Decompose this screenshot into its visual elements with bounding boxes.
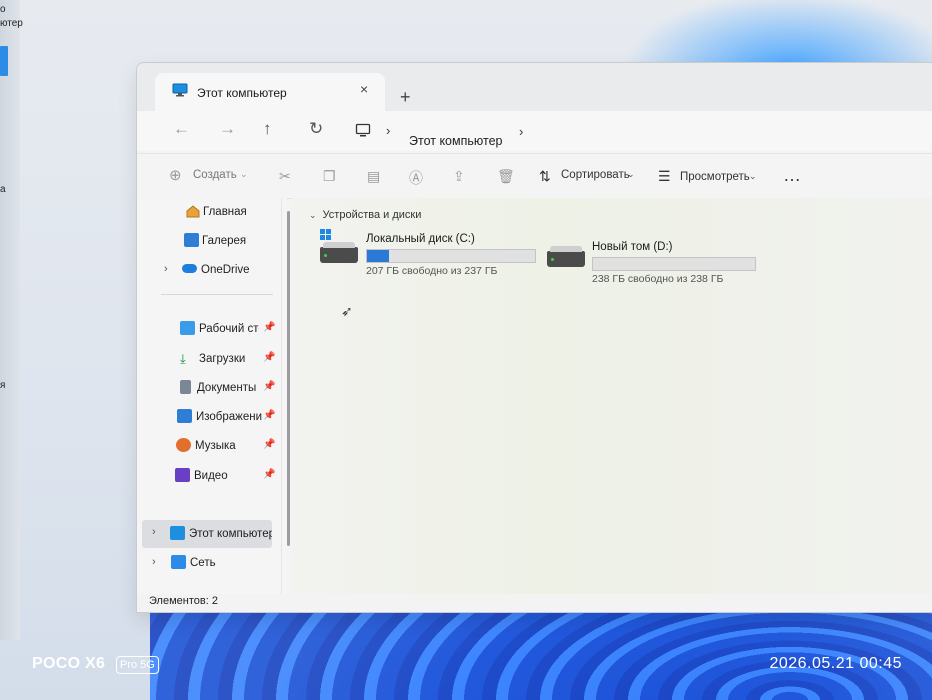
file-explorer-window: Этот компьютер × + ← → ↑ ↻ › › Этот комп… xyxy=(137,63,932,612)
music-icon xyxy=(176,438,191,452)
drive-free-space: 207 ГБ свободно из 237 ГБ xyxy=(366,265,498,277)
pin-icon: 📌 xyxy=(263,381,276,392)
chevron-down-icon: ⌄ xyxy=(749,171,757,181)
network-icon xyxy=(171,555,186,569)
sidebar-item-network[interactable]: › Сеть xyxy=(137,553,285,575)
navigation-pane: Главная Галерея › OneDrive Рабочий сто 📌… xyxy=(137,198,287,594)
status-bar: Элементов: 2 xyxy=(137,594,932,612)
pictures-icon xyxy=(177,409,192,423)
up-button[interactable]: ↑ xyxy=(263,119,272,139)
desktop-icon xyxy=(180,321,195,335)
sidebar-item-gallery[interactable]: Галерея xyxy=(137,231,285,253)
sidebar-item-downloads[interactable]: ⤓ Загрузки 📌 xyxy=(137,349,285,371)
view-icon: ☰ xyxy=(658,168,671,184)
item-count: Элементов: 2 xyxy=(149,595,218,607)
back-button[interactable]: ← xyxy=(173,119,190,139)
usage-bar xyxy=(592,257,756,271)
tab-title: Этот компьютер xyxy=(197,86,287,100)
command-bar: ⊕ Создать ⌄ ✂ ❐ ▤ Ⓐ ⇪ 🗑 ⇅ Сортировать ⌄ … xyxy=(137,153,932,199)
paste-icon[interactable]: ▤ xyxy=(367,168,380,185)
sidebar-item-desktop[interactable]: Рабочий сто 📌 xyxy=(137,319,285,341)
drive-d[interactable]: Новый том (D:) 238 ГБ свободно из 238 ГБ xyxy=(547,241,767,287)
more-options-button[interactable]: … xyxy=(783,165,801,186)
breadcrumb-this-pc[interactable]: Этот компьютер xyxy=(409,134,502,148)
refresh-button[interactable]: ↻ xyxy=(309,119,323,139)
sidebar-divider xyxy=(161,294,273,295)
chevron-right-icon[interactable]: › xyxy=(152,556,156,568)
usage-bar xyxy=(366,249,536,263)
breadcrumb-chevron-icon[interactable]: › xyxy=(386,123,390,138)
tab-strip: Этот компьютер × + xyxy=(137,63,932,111)
desktop-shortcut-icon[interactable] xyxy=(0,46,8,76)
cloud-icon xyxy=(182,264,197,273)
sidebar-item-this-pc[interactable]: › Этот компьютер xyxy=(142,520,272,548)
documents-icon xyxy=(180,380,191,394)
chevron-down-icon: ⌄ xyxy=(240,169,248,179)
drive-icon xyxy=(320,242,358,263)
create-button[interactable]: Создать xyxy=(193,169,237,181)
delete-icon[interactable]: 🗑 xyxy=(497,168,515,185)
tab-this-pc[interactable]: Этот компьютер × xyxy=(155,73,385,111)
drive-name: Новый том (D:) xyxy=(592,241,673,253)
copy-icon[interactable]: ❐ xyxy=(323,168,336,185)
desktop-left-strip xyxy=(0,0,20,640)
sidebar-item-home[interactable]: Главная xyxy=(137,202,285,224)
drive-free-space: 238 ГБ свободно из 238 ГБ xyxy=(592,273,724,285)
home-icon xyxy=(185,204,200,218)
view-button[interactable]: Просмотреть xyxy=(680,171,750,183)
computer-icon[interactable] xyxy=(355,123,371,143)
forward-button[interactable]: → xyxy=(219,119,236,139)
sort-button[interactable]: Сортировать xyxy=(561,169,630,181)
plus-circle-icon: ⊕ xyxy=(169,167,182,184)
computer-icon xyxy=(172,83,188,102)
computer-icon xyxy=(170,526,185,540)
sidebar-item-music[interactable]: Музыка 📌 xyxy=(137,436,285,458)
share-icon[interactable]: ⇪ xyxy=(453,168,465,185)
sort-icon: ⇅ xyxy=(539,168,551,184)
sidebar-scrollbar[interactable] xyxy=(287,211,290,546)
camera-brand: POCO X6 xyxy=(32,655,106,672)
drive-name: Локальный диск (C:) xyxy=(366,233,475,245)
navigation-bar: ← → ↑ ↻ › › xyxy=(137,111,932,151)
sidebar-item-video[interactable]: Видео 📌 xyxy=(137,466,285,488)
drive-c[interactable]: Локальный диск (C:) 207 ГБ свободно из 2… xyxy=(320,229,540,279)
chevron-down-icon: ⌄ xyxy=(309,210,317,220)
desktop-label: я xyxy=(0,380,6,391)
sidebar-item-documents[interactable]: Документы 📌 xyxy=(137,378,285,400)
pin-icon: 📌 xyxy=(263,439,276,450)
photo-timestamp: 2026.05.21 00:45 xyxy=(769,655,902,672)
cut-icon[interactable]: ✂ xyxy=(279,168,291,185)
pin-icon: 📌 xyxy=(263,352,276,363)
close-tab-button[interactable]: × xyxy=(360,81,368,97)
chevron-right-icon[interactable]: › xyxy=(164,263,168,275)
mouse-cursor-icon: ➶ xyxy=(341,303,353,319)
chevron-right-icon[interactable]: › xyxy=(152,526,156,538)
new-tab-button[interactable]: + xyxy=(400,87,411,108)
windows-logo-icon xyxy=(320,229,332,241)
sidebar-item-pictures[interactable]: Изображени 📌 xyxy=(137,407,285,429)
download-icon: ⤓ xyxy=(180,351,186,366)
drive-icon xyxy=(547,246,585,267)
usage-bar-fill xyxy=(367,250,389,262)
pin-icon: 📌 xyxy=(263,410,276,421)
desktop-label: а xyxy=(0,184,6,195)
scroll-track xyxy=(281,198,282,598)
group-header[interactable]: ⌄ Устройства и диски xyxy=(309,209,421,221)
gallery-icon xyxy=(184,233,199,247)
rename-icon[interactable]: Ⓐ xyxy=(409,168,423,188)
breadcrumb-chevron-icon[interactable]: › xyxy=(519,124,523,139)
wallpaper-bloom xyxy=(150,600,932,700)
video-icon xyxy=(175,468,190,482)
pin-icon: 📌 xyxy=(263,322,276,333)
desktop-label: ютер xyxy=(0,18,23,29)
desktop-label: о xyxy=(0,4,6,15)
sidebar-item-onedrive[interactable]: › OneDrive xyxy=(137,260,285,282)
chevron-down-icon: ⌄ xyxy=(627,169,635,179)
camera-badge: Pro 5G xyxy=(116,656,159,674)
pin-icon: 📌 xyxy=(263,469,276,480)
